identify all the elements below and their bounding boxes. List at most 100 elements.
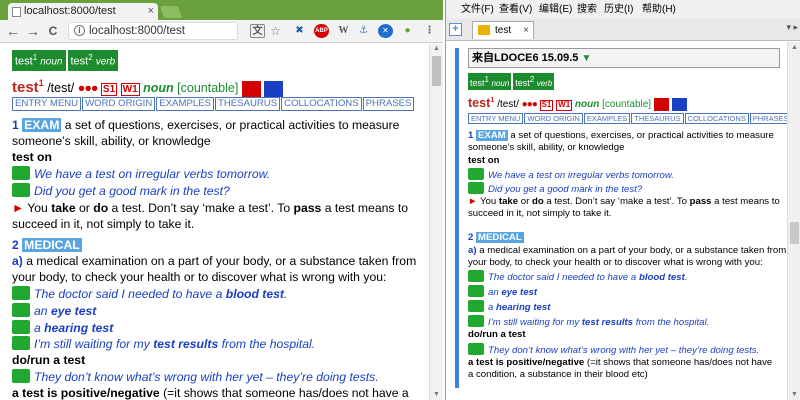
example-audio-icon[interactable] [468,270,484,282]
example-audio-icon[interactable] [468,300,484,312]
tab-thesaurus[interactable]: THESAURUS [214,97,281,111]
example-audio-icon[interactable] [12,320,30,334]
tab-collocations[interactable]: COLLOCATIONS [281,97,362,111]
bookmark-star-icon[interactable]: ☆ [268,24,283,38]
sense-1-definition-cont: someone’s skill, ability, or knowledge [12,134,211,148]
example-audio-icon[interactable] [12,286,30,300]
back-arrow-icon[interactable]: ← [6,23,20,39]
sense-2-header: 2 MEDICAL [12,238,82,252]
tab-examples[interactable]: EXAMPLES [583,113,631,124]
add-tab-icon[interactable]: + [449,23,462,36]
arrow-icon: ► [468,196,478,207]
forward-arrow-icon[interactable]: → [26,23,40,39]
article-marker [455,48,459,388]
phrase-line: a test is positive/negative (=it shows t… [468,357,773,368]
example-sentence: They don’t know what’s wrong with her ye… [468,343,759,356]
address-bar[interactable]: i localhost:8000/test [68,22,238,40]
tab-thesaurus[interactable]: THESAURUS [631,113,684,124]
scroll-thumb[interactable] [432,56,441,86]
grammar-pattern: do/run a test [12,353,86,367]
example-audio-icon[interactable] [468,182,484,194]
example-audio-icon[interactable] [12,166,30,180]
chrome-scrollbar[interactable]: ▲ ▼ [429,44,443,400]
tab-collocations[interactable]: COLLOCATIONS [684,113,749,124]
menu-edit[interactable]: 编辑(E) [539,0,572,19]
grammar-pattern: test on [468,155,500,166]
menu-dots-icon[interactable]: ⋮ [422,24,437,38]
sense-tag: MEDICAL [476,232,524,243]
freq-written: W1 [556,100,573,111]
gd-menubar: 文件(F) 查看(V) 编辑(E) 搜索 历史(I) 帮助(H) [446,0,800,19]
example-sentence: a hearing test [12,320,113,335]
speaker-uk-icon[interactable] [241,80,261,97]
usage-note-cont: succeed in it, not simply to take it. [12,217,195,231]
tab-examples[interactable]: EXAMPLES [156,97,214,111]
menu-help[interactable]: 帮助(H) [642,0,676,19]
example-audio-icon[interactable] [468,285,484,297]
example-audio-icon[interactable] [12,369,30,383]
scroll-thumb[interactable] [790,222,799,244]
pos-badges: test1 noun test2 verb [12,50,120,71]
example-audio-icon[interactable] [468,343,484,355]
extension-icon[interactable]: ✖ [292,24,307,38]
tab-phrases[interactable]: PHRASES [362,97,415,111]
menu-history[interactable]: 历史(I) [604,0,633,19]
gd-scrollbar[interactable]: ▲ ▼ [787,42,800,400]
headword-line: test1 /test/ ●●● S1 W1 noun [countable] [468,95,687,112]
folder-icon [478,25,490,35]
example-audio-icon[interactable] [468,315,484,327]
chrome-tab[interactable]: localhost:8000/test × [8,3,158,20]
close-icon[interactable]: × [148,3,154,20]
sense-1-definition-cont: someone’s skill, ability, or knowledge [468,142,625,153]
reload-icon[interactable]: C [46,23,60,39]
scroll-down-icon[interactable]: ▼ [433,391,440,398]
translate-icon[interactable]: 文 [250,24,265,38]
example-audio-icon[interactable] [468,168,484,180]
dictionary-header[interactable]: 来自LDOCE6 15.09.5 ▼ [468,48,780,68]
example-audio-icon[interactable] [12,336,30,350]
badge-verb[interactable]: test2 verb [67,50,119,71]
tab-entry-menu[interactable]: ENTRY MENU [468,113,524,124]
new-tab-button[interactable] [159,6,183,18]
freq-written: W1 [120,83,140,96]
sense-2-definition: a) a medical examination on a part of yo… [12,254,417,268]
gd-tab[interactable]: test × [472,21,534,39]
headword: test1 [12,78,44,96]
scroll-up-icon[interactable]: ▲ [791,44,798,51]
tab-word-origin[interactable]: WORD ORIGIN [82,97,156,111]
badge-noun[interactable]: test1 noun [468,73,512,90]
grammar-label: [countable] [177,81,239,95]
menu-view[interactable]: 查看(V) [499,0,532,19]
close-icon[interactable]: × [523,22,529,39]
tab-phrases[interactable]: PHRASES [749,113,787,124]
collapse-icon[interactable]: ▼ [581,53,591,64]
x-extension-icon[interactable]: ✕ [378,24,393,38]
gd-tab-title: test [495,25,512,36]
phrase-line: a test is positive/negative (=it shows t… [12,386,409,400]
badge-verb[interactable]: test2 verb [513,73,555,90]
speaker-us-icon[interactable] [264,80,284,97]
adblock-icon[interactable]: ABP [314,24,329,38]
menu-search[interactable]: 搜索 [577,0,597,19]
circle-extension-icon[interactable]: ● [400,24,415,38]
anchor-icon[interactable]: ⚓ [356,24,371,38]
gd-tabbar: + test × ▾ ▸ [446,19,800,41]
example-sentence: I’m still waiting for my test results fr… [12,336,315,351]
usage-note: ► You take or do a test. Don’t say ‘make… [468,196,780,207]
tab-word-origin[interactable]: WORD ORIGIN [524,113,583,124]
scroll-up-icon[interactable]: ▲ [433,45,440,52]
tab-list-icon[interactable]: ▾ ▸ [786,22,798,33]
badge-noun[interactable]: test1 noun [12,50,66,71]
example-audio-icon[interactable] [12,303,30,317]
example-audio-icon[interactable] [12,183,30,197]
goldendict-window: 文件(F) 查看(V) 编辑(E) 搜索 历史(I) 帮助(H) + test … [445,0,800,400]
speaker-us-icon[interactable] [671,98,687,112]
scroll-down-icon[interactable]: ▼ [791,391,798,398]
sense-2-header: 2 MEDICAL [468,232,524,243]
frequency-dots: ●●● [521,99,538,111]
tab-entry-menu[interactable]: ENTRY MENU [12,97,82,111]
info-icon[interactable]: i [74,25,85,36]
speaker-uk-icon[interactable] [653,98,669,112]
menu-file[interactable]: 文件(F) [461,0,494,19]
wiki-icon[interactable]: W [336,24,351,38]
